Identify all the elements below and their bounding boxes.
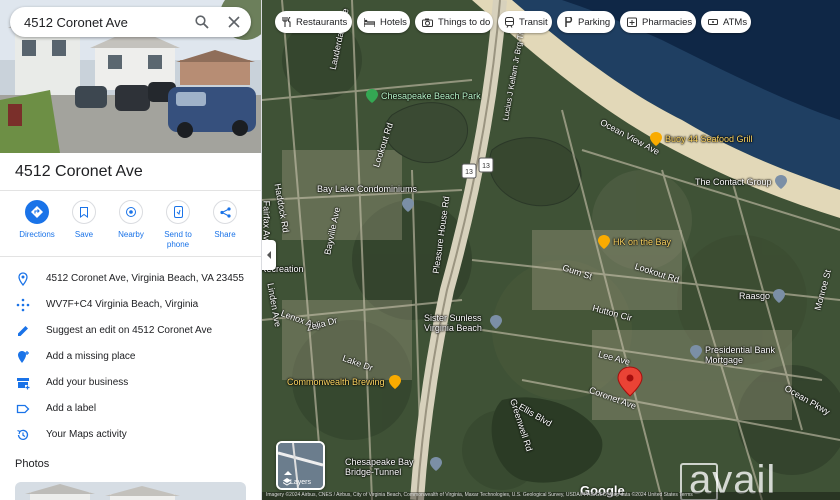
search-button[interactable] bbox=[192, 12, 212, 32]
poi-hk-on-the-bay[interactable]: HK on the Bay bbox=[598, 235, 671, 249]
add-location-icon bbox=[18, 351, 29, 363]
bookmark-icon bbox=[80, 206, 88, 218]
nearby-icon bbox=[126, 207, 136, 217]
restaurant-icon bbox=[598, 235, 610, 249]
business-pin-icon bbox=[773, 289, 786, 303]
restaurant-icon bbox=[650, 132, 662, 146]
chip-things-to-do[interactable]: Things to do bbox=[415, 11, 493, 33]
business-pin-icon bbox=[690, 345, 702, 359]
clear-search-button[interactable] bbox=[224, 12, 244, 32]
poi-bay-bridge-tunnel[interactable]: Chesapeake Bay Bridge-Tunnel bbox=[342, 457, 442, 477]
park-icon bbox=[366, 89, 378, 103]
collapse-panel-button[interactable] bbox=[262, 240, 276, 270]
save-button[interactable]: Save bbox=[61, 200, 107, 240]
place-title: 4512 Coronet Ave bbox=[15, 163, 143, 180]
svg-text:13: 13 bbox=[482, 163, 490, 170]
street-label: Fairfax Ave bbox=[262, 200, 272, 246]
poi-chesapeake-beach-park[interactable]: Chesapeake Beach Park bbox=[366, 89, 481, 103]
chip-parking[interactable]: Parking bbox=[557, 11, 615, 33]
street-view-photo[interactable] bbox=[0, 0, 261, 153]
poi-commonwealth-brewing[interactable]: Commonwealth Brewing bbox=[284, 375, 401, 389]
fork-knife-icon bbox=[282, 17, 291, 27]
label-icon bbox=[16, 404, 30, 414]
directions-button[interactable]: Directions bbox=[14, 200, 60, 240]
info-row-add-business[interactable]: Add your business bbox=[0, 372, 261, 396]
info-row-address[interactable]: 4512 Coronet Ave, Virginia Beach, VA 234… bbox=[0, 268, 261, 292]
route-shield: 13 bbox=[461, 163, 477, 179]
poi-buoy-44[interactable]: Buoy 44 Seafood Grill bbox=[650, 132, 753, 146]
poi-sister-sunless[interactable]: Sister Sunless Virginia Beach bbox=[424, 313, 519, 333]
brewery-icon bbox=[388, 375, 401, 389]
action-buttons: Directions Save Nearby Send to phone Sha… bbox=[8, 200, 258, 252]
parking-icon bbox=[565, 17, 573, 27]
storefront-icon bbox=[17, 378, 30, 390]
poi-bay-lake-condos[interactable]: Bay Lake Condominiums bbox=[314, 184, 417, 194]
search-icon bbox=[195, 15, 209, 29]
search-box bbox=[10, 7, 251, 37]
divider bbox=[0, 190, 261, 191]
chip-restaurants[interactable]: Restaurants bbox=[275, 11, 352, 33]
poi-presidential-bank[interactable]: Presidential Bank Mortgage bbox=[690, 345, 785, 365]
nearby-button[interactable]: Nearby bbox=[108, 200, 154, 240]
place-side-panel: 4512 Coronet Ave Directions Save Nearby … bbox=[0, 0, 262, 500]
search-input[interactable] bbox=[24, 14, 174, 30]
landmark-pin-icon bbox=[430, 457, 442, 471]
info-row-plus-code[interactable]: WV7F+C4 Virginia Beach, Virginia bbox=[0, 294, 261, 318]
business-pin-icon bbox=[774, 175, 787, 189]
chip-pharmacies[interactable]: Pharmacies bbox=[620, 11, 696, 33]
train-icon bbox=[505, 16, 514, 28]
phone-icon bbox=[173, 206, 183, 218]
photo-thumbnail[interactable] bbox=[15, 482, 246, 500]
pencil-icon bbox=[18, 326, 28, 336]
divider bbox=[0, 256, 261, 257]
svg-text:13: 13 bbox=[465, 169, 473, 176]
chip-hotels[interactable]: Hotels bbox=[357, 11, 410, 33]
map-credit: Imagery ©2024 Airbus, CNES / Airbus, Cit… bbox=[262, 492, 840, 500]
history-icon bbox=[17, 429, 29, 440]
close-icon bbox=[228, 16, 240, 28]
info-row-maps-activity[interactable]: Your Maps activity bbox=[0, 424, 261, 448]
send-to-phone-button[interactable]: Send to phone bbox=[155, 200, 201, 250]
chip-transit[interactable]: Transit bbox=[498, 11, 552, 33]
photo-thumbnail-image bbox=[15, 482, 246, 500]
pharmacy-icon bbox=[627, 17, 637, 27]
camera-icon bbox=[422, 18, 433, 27]
location-pin-icon bbox=[18, 272, 28, 286]
chip-atms[interactable]: ATMs bbox=[701, 11, 751, 33]
satellite-map[interactable]: 13 13 Lauderdale Ave Lucius J Kellam Jr … bbox=[262, 0, 840, 500]
plus-code-icon bbox=[16, 298, 30, 312]
directions-icon bbox=[31, 206, 43, 218]
layers-button[interactable]: Layers bbox=[276, 441, 325, 490]
share-icon bbox=[219, 206, 231, 218]
maps-app: 13 13 Lauderdale Ave Lucius J Kellam Jr … bbox=[0, 0, 840, 500]
business-pin-icon bbox=[402, 198, 414, 212]
info-row-suggest-edit[interactable]: Suggest an edit on 4512 Coronet Ave bbox=[0, 320, 261, 344]
photos-heading: Photos bbox=[15, 458, 50, 470]
info-row-add-missing-place[interactable]: Add a missing place bbox=[0, 346, 261, 370]
business-pin-icon bbox=[490, 315, 502, 329]
info-row-add-label[interactable]: Add a label bbox=[0, 398, 261, 422]
route-shield: 13 bbox=[478, 157, 494, 173]
poi-contact-group[interactable]: The Contact Group bbox=[692, 175, 787, 189]
chevron-left-icon bbox=[267, 251, 271, 259]
atm-icon bbox=[708, 19, 718, 25]
bed-icon bbox=[364, 17, 375, 27]
share-button[interactable]: Share bbox=[202, 200, 248, 240]
poi-raasgo[interactable]: Raasgo bbox=[736, 289, 786, 303]
